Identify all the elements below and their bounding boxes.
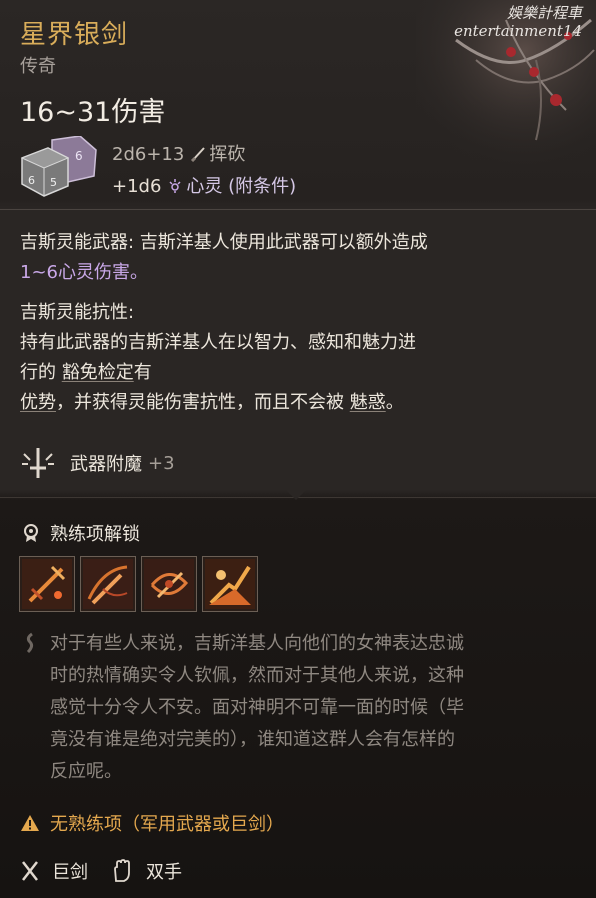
dice-icon: 6 6 5 [20, 136, 97, 197]
damage-line-slash: 2d6+13 挥砍 [112, 140, 245, 166]
trait-two-handed: 双手 [110, 858, 182, 884]
watermark: 娛樂計程車 entertainment14 [454, 4, 582, 40]
lore-text: 对于有些人来说，吉斯洋基人向他们的女神表达忠诚 时的热情确实令人钦佩，然而对于其… [50, 633, 464, 782]
damage-type: 挥砍 [209, 144, 246, 165]
proficiency-actions [19, 556, 258, 612]
hand-icon [114, 859, 130, 882]
svg-text:5: 5 [50, 176, 57, 189]
svg-text:6: 6 [75, 149, 83, 163]
passive-resist-line3: 优势，并获得灵能伤害抗性，而且不会被 魅惑。 [20, 392, 404, 413]
saving-throw-link[interactable]: 豁免检定 [62, 362, 134, 383]
enchantment-label: 武器附魔 [70, 454, 142, 475]
passive-resist-line1: 持有此武器的吉斯洋基人在以智力、感知和魅力进 [20, 332, 416, 353]
proficiency-unlock-icon [24, 524, 38, 542]
svg-text:6: 6 [28, 174, 35, 187]
passive-resist-line2: 行的 豁免检定有 [20, 362, 152, 383]
crossed-swords-icon [22, 861, 38, 881]
slash-icon [191, 147, 206, 162]
divider [0, 209, 596, 210]
tooltip-notch [282, 486, 310, 500]
weapon-enchantment: 武器附魔 +3 [20, 446, 175, 480]
damage-range: 16~31伤害 [20, 97, 166, 128]
action-icon-2[interactable] [80, 556, 136, 612]
psychic-icon [169, 179, 181, 193]
trait-greatsword: 巨剑 [20, 858, 88, 884]
action-icon-1[interactable] [19, 556, 75, 612]
action-icon-3[interactable] [141, 556, 197, 612]
action-icon-4[interactable] [202, 556, 258, 612]
passive-resist-title: 吉斯灵能抗性: [20, 302, 135, 323]
charm-link[interactable]: 魅惑 [350, 392, 386, 413]
advantage-link[interactable]: 优势 [20, 392, 56, 413]
item-name: 星界银剑 [20, 20, 129, 50]
passives-section: 吉斯灵能武器: 吉斯洋基人使用此武器可以额外造成 1~6心灵伤害。 吉斯灵能抗性… [20, 228, 580, 418]
damage-line-psychic: +1d6 心灵 (附条件) [112, 172, 296, 198]
proficiency-header: 熟练项解锁 [22, 520, 140, 546]
damage-dice: +1d6 [112, 176, 162, 197]
passive-weapon: 吉斯灵能武器: 吉斯洋基人使用此武器可以额外造成 [20, 232, 428, 253]
damage-dice: 2d6+13 [112, 144, 185, 165]
quote-icon [26, 632, 34, 654]
damage-type: 心灵 (附条件) [186, 176, 297, 197]
item-tooltip: 娛樂計程車 entertainment14 星界银剑 传奇 16~31伤害 6 … [0, 0, 596, 898]
warning-icon [21, 815, 39, 831]
enchantment-value: +3 [148, 452, 175, 474]
item-rarity: 传奇 [20, 56, 56, 77]
lore-section: 对于有些人来说，吉斯洋基人向他们的女神表达忠诚 时的热情确实令人钦佩，然而对于其… [22, 628, 582, 788]
enchantment-icon [22, 448, 54, 478]
weapon-traits: 巨剑 双手 [20, 858, 204, 884]
tooltip-header: 娛樂計程車 entertainment14 星界银剑 传奇 16~31伤害 6 … [0, 0, 596, 210]
passive-weapon-extra: 1~6心灵伤害。 [20, 262, 148, 283]
proficiency-warning: 无熟练项（军用武器或巨剑） [20, 810, 284, 836]
